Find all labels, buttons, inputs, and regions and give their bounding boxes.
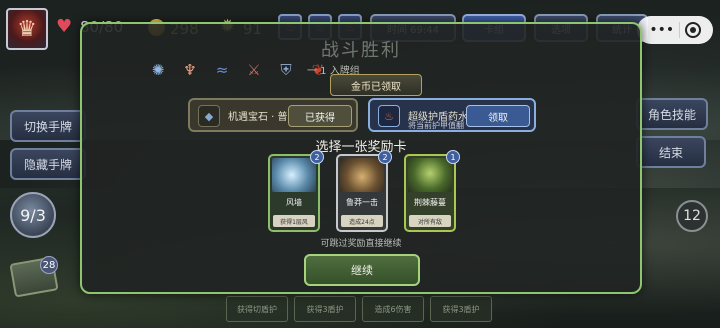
reward-card-wind-wall[interactable]: 风墙 获得1层风 2: [268, 150, 324, 232]
hand-card[interactable]: 获得3盾护: [430, 296, 492, 322]
hand-card[interactable]: 获得切盾护: [226, 296, 288, 322]
orb-icon: ✺: [151, 61, 165, 79]
miniprogram-capsule: •••: [637, 16, 713, 44]
reward-name: 机遇宝石 · 普: [228, 112, 288, 123]
card-desc: 获得1层风: [273, 215, 315, 227]
shield-icon: ⛨: [280, 61, 292, 79]
reward-desc: 将当前护甲值翻: [408, 121, 464, 130]
turn-counter: 12: [676, 200, 708, 232]
character-skill-button[interactable]: 角色技能: [636, 98, 708, 130]
obtained-button[interactable]: 已获得: [288, 105, 352, 127]
hand-card[interactable]: 获得3盾护: [294, 296, 356, 322]
gem-reward-icon: ◆: [198, 105, 220, 127]
card-art: [272, 158, 316, 192]
card-desc: 造成24点: [341, 215, 383, 227]
card-art: [340, 158, 384, 192]
potion-reward: ♨ 超级护盾药水 将当前护甲值翻 领取: [368, 98, 536, 132]
card-name: 风墙: [286, 198, 302, 207]
hide-hand-button[interactable]: 隐藏手牌: [10, 148, 86, 180]
continue-button[interactable]: 继续: [304, 254, 420, 286]
reward-card-reckless-strike[interactable]: 鲁莽一击 造成24点 2: [336, 150, 392, 232]
card-cost: 2: [310, 150, 324, 164]
claim-button[interactable]: 领取: [466, 105, 530, 127]
card-cost: 2: [378, 150, 392, 164]
dagger-icon: ⚔: [247, 61, 261, 79]
modal-title: 战斗胜利: [321, 40, 401, 61]
relic-row: ✺ ♆ ≈ ⚔ ⛨ ❦: [148, 60, 328, 82]
skip-hint: 可跳过奖励直接继续: [320, 239, 402, 249]
close-mini-icon[interactable]: [684, 22, 701, 38]
switch-hand-button[interactable]: 切换手牌: [10, 110, 86, 142]
card-desc: 对所有敌: [409, 215, 451, 227]
more-icon[interactable]: •••: [649, 22, 674, 38]
gem-reward: ◆ 机遇宝石 · 普 已获得: [188, 98, 358, 132]
potion-reward-icon: ♨: [378, 105, 400, 127]
claw-icon: ♆: [183, 61, 197, 79]
heart-icon: ♥: [56, 16, 73, 37]
card-cost: 1: [446, 150, 460, 164]
card-name: 荆棘藤蔓: [414, 198, 446, 207]
battle-reward-modal: 战斗胜利 ✺ ♆ ≈ ⚔ ⛨ ❦ 一 1 入牌组 金币已领取 ◆ 机遇宝石 · …: [80, 22, 642, 294]
hand-card[interactable]: 造成6伤害: [362, 296, 424, 322]
player-portrait[interactable]: ♛: [6, 8, 48, 50]
end-turn-button[interactable]: 结束: [636, 136, 706, 168]
choose-card-title: 选择一张奖励卡: [315, 140, 407, 155]
gold-claimed-button[interactable]: 金币已领取: [330, 74, 422, 96]
wing-icon: ≈: [215, 61, 229, 79]
card-art: [408, 158, 452, 192]
discard-count-badge: 28: [40, 256, 58, 274]
capsule-divider: [678, 22, 680, 38]
reward-card-thorn-vine[interactable]: 荆棘藤蔓 对所有敌 1: [404, 150, 460, 232]
draw-pile-orb[interactable]: 9/3: [10, 192, 56, 238]
card-name: 鲁莽一击: [346, 198, 378, 207]
